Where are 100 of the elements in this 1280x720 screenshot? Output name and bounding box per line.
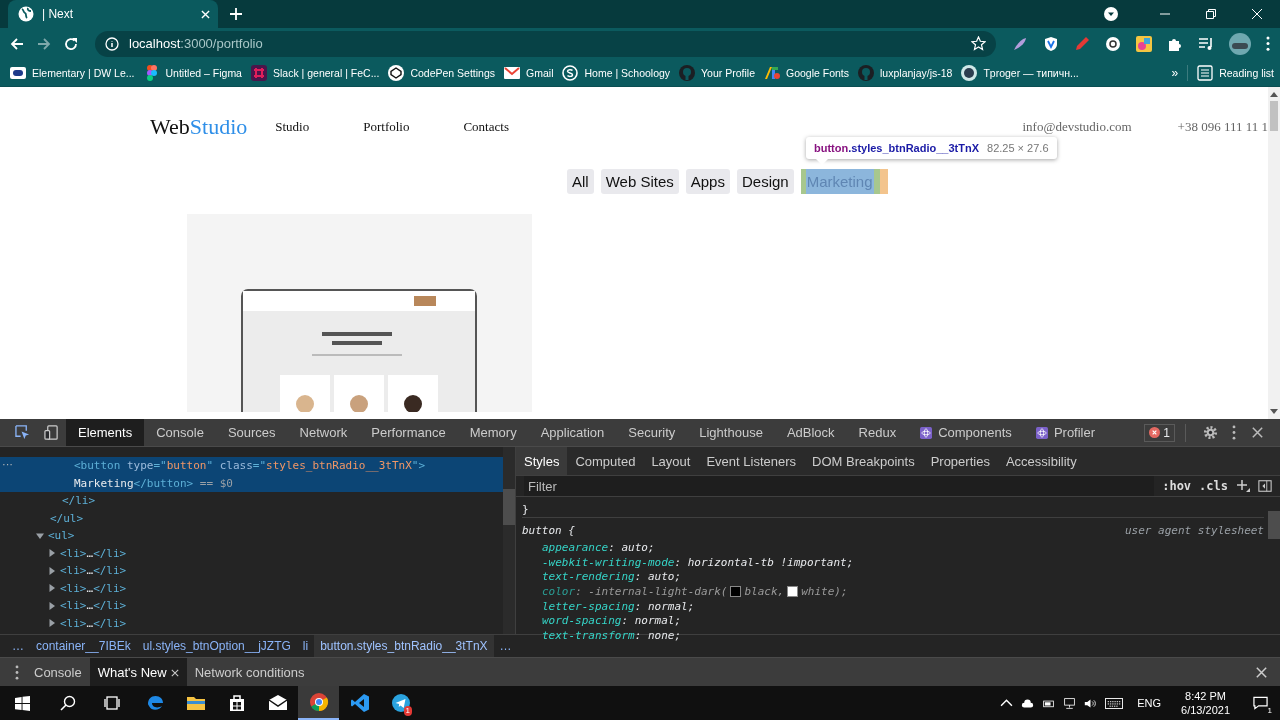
avatar-icon[interactable]: [1229, 32, 1251, 55]
palette-icon[interactable]: [1136, 35, 1152, 52]
scroll-down-arrow-icon[interactable]: [1270, 409, 1278, 415]
more-options-icon[interactable]: [1232, 425, 1236, 440]
bookmark[interactable]: Google Fonts: [764, 64, 850, 81]
restore-icon[interactable]: [1206, 9, 1216, 19]
shield-icon[interactable]: [1043, 35, 1059, 52]
volume-icon[interactable]: [1084, 696, 1098, 710]
styles-subtab[interactable]: Properties: [922, 447, 998, 475]
row-menu-dots[interactable]: ···: [2, 458, 13, 470]
devtools-tab[interactable]: Profiler: [1023, 419, 1108, 446]
devtools-tab[interactable]: Sources: [215, 419, 288, 446]
bookmark[interactable]: Home | Schoology: [562, 64, 671, 81]
code-editor-icon[interactable]: [349, 693, 370, 713]
dom-node[interactable]: <li>…</li>: [60, 564, 127, 578]
notifications-button[interactable]: 1: [1240, 686, 1280, 720]
breadcrumb[interactable]: …: [493, 635, 518, 657]
devtools-tab[interactable]: Performance: [359, 419, 458, 446]
close-icon[interactable]: [170, 668, 179, 677]
devtools-tab[interactable]: Security: [616, 419, 688, 446]
reading-list-button[interactable]: Reading list: [1197, 64, 1274, 81]
hover-state-toggle[interactable]: :hov: [1162, 479, 1192, 493]
css-declaration[interactable]: -webkit-writing-mode: horizontal-tb !important;: [522, 554, 1264, 570]
css-declaration[interactable]: word-spacing: normal;: [522, 613, 1264, 629]
close-icon[interactable]: [1254, 665, 1269, 680]
devtools-tab[interactable]: Network: [287, 419, 360, 446]
dom-node[interactable]: <button type="button" class="styles_btnRadio__3tTnX">: [74, 459, 426, 473]
marker-icon[interactable]: [1074, 35, 1090, 52]
dom-closing-tag[interactable]: </li>: [62, 494, 96, 508]
mail-icon[interactable]: [267, 693, 288, 713]
styles-subtab[interactable]: DOM Breakpoints: [804, 447, 923, 475]
clock[interactable]: 8:42 PM 6/13/2021: [1181, 689, 1230, 717]
nav-link[interactable]: Portfolio: [363, 118, 410, 135]
bookmark[interactable]: Elementary | DW Le...: [10, 64, 135, 81]
expanded-triangle-icon[interactable]: [36, 531, 44, 540]
bookmark[interactable]: luxplanjay/js-18: [858, 64, 953, 81]
dom-node[interactable]: <li>…</li>: [60, 581, 127, 595]
css-declaration[interactable]: text-rendering: auto;: [522, 569, 1264, 585]
devtools-tab[interactable]: AdBlock: [774, 419, 847, 446]
windows-start-icon[interactable]: [15, 695, 30, 711]
drawer-tab[interactable]: What's New: [89, 658, 187, 687]
playlist-icon[interactable]: [1198, 35, 1214, 52]
network-icon[interactable]: [1063, 696, 1077, 710]
bookmark[interactable]: Slack | general | FeC...: [250, 64, 380, 81]
dom-node[interactable]: <li>…</li>: [60, 546, 127, 560]
breadcrumb[interactable]: …: [6, 635, 30, 657]
filter-button[interactable]: Design: [736, 168, 794, 194]
devtools-tab[interactable]: Redux: [846, 419, 909, 446]
email-link[interactable]: info@devstudio.com: [1022, 118, 1132, 135]
feather-icon[interactable]: [1012, 35, 1028, 52]
styles-subtab[interactable]: Styles: [516, 447, 568, 475]
drawer-menu-icon[interactable]: [15, 665, 19, 680]
filter-button[interactable]: Apps: [685, 168, 730, 194]
class-toggle[interactable]: .cls: [1199, 479, 1228, 493]
breadcrumb[interactable]: container__7IBEk: [30, 635, 137, 657]
drawer-tab[interactable]: Console: [26, 658, 90, 687]
scrollbar-thumb[interactable]: [1270, 100, 1278, 131]
filter-field[interactable]: Filter: [524, 476, 1155, 496]
dropdown-icon[interactable]: [1104, 7, 1118, 21]
styles-subtab[interactable]: Computed: [567, 447, 644, 475]
circle-icon[interactable]: [1105, 35, 1121, 52]
paper-plane-icon[interactable]: [390, 693, 411, 713]
collapsed-triangle-icon[interactable]: [48, 566, 56, 575]
close-icon[interactable]: [1250, 425, 1265, 440]
bookmark[interactable]: Untitled – Figma: [143, 64, 242, 81]
styles-subtab[interactable]: Event Listeners: [698, 447, 805, 475]
breadcrumb[interactable]: button.styles_btnRadio__3tTnX: [314, 635, 494, 657]
filter-button[interactable]: Web Sites: [600, 168, 679, 194]
device-toolbar-icon[interactable]: [44, 425, 59, 440]
keyboard-icon[interactable]: [1105, 696, 1124, 710]
css-declaration[interactable]: text-transform: none;: [522, 628, 1264, 643]
devtools-tab[interactable]: Console: [144, 419, 216, 446]
plus-icon[interactable]: [1236, 479, 1250, 493]
search-icon[interactable]: [60, 695, 76, 711]
dom-node[interactable]: <ul>: [48, 529, 75, 543]
reload-icon[interactable]: [64, 36, 78, 51]
inspect-element-icon[interactable]: [15, 425, 30, 440]
more-bookmarks-button[interactable]: »: [1171, 65, 1179, 80]
devtools-tab[interactable]: Components: [908, 419, 1024, 446]
devtools-tab[interactable]: Application: [528, 419, 617, 446]
devtools-tab[interactable]: Memory: [457, 419, 529, 446]
scrollbar-thumb[interactable]: [1268, 511, 1280, 539]
nav-link[interactable]: Contacts: [463, 118, 509, 135]
bookmark[interactable]: Gmail: [504, 64, 554, 81]
input-language[interactable]: ENG: [1137, 697, 1162, 709]
settings-icon[interactable]: [1203, 425, 1218, 440]
forward-arrow-icon[interactable]: [37, 36, 51, 51]
bookmark[interactable]: Your Profile: [679, 64, 755, 81]
drawer-tab[interactable]: Network conditions: [186, 658, 313, 687]
filter-button[interactable]: All: [567, 168, 594, 194]
site-logo[interactable]: WebStudio: [150, 113, 248, 140]
devtools-tab[interactable]: Lighthouse: [687, 419, 775, 446]
taskbar-app[interactable]: 1: [380, 686, 421, 720]
collapsed-triangle-icon[interactable]: [48, 601, 56, 610]
nav-link[interactable]: Studio: [275, 118, 310, 135]
menu-icon[interactable]: [1266, 36, 1270, 52]
dom-node[interactable]: <li>…</li>: [60, 616, 127, 630]
scroll-up-arrow-icon[interactable]: [1270, 90, 1278, 97]
dom-node[interactable]: <li>…</li>: [60, 599, 127, 613]
browser-tab[interactable]: | Next: [8, 0, 218, 28]
